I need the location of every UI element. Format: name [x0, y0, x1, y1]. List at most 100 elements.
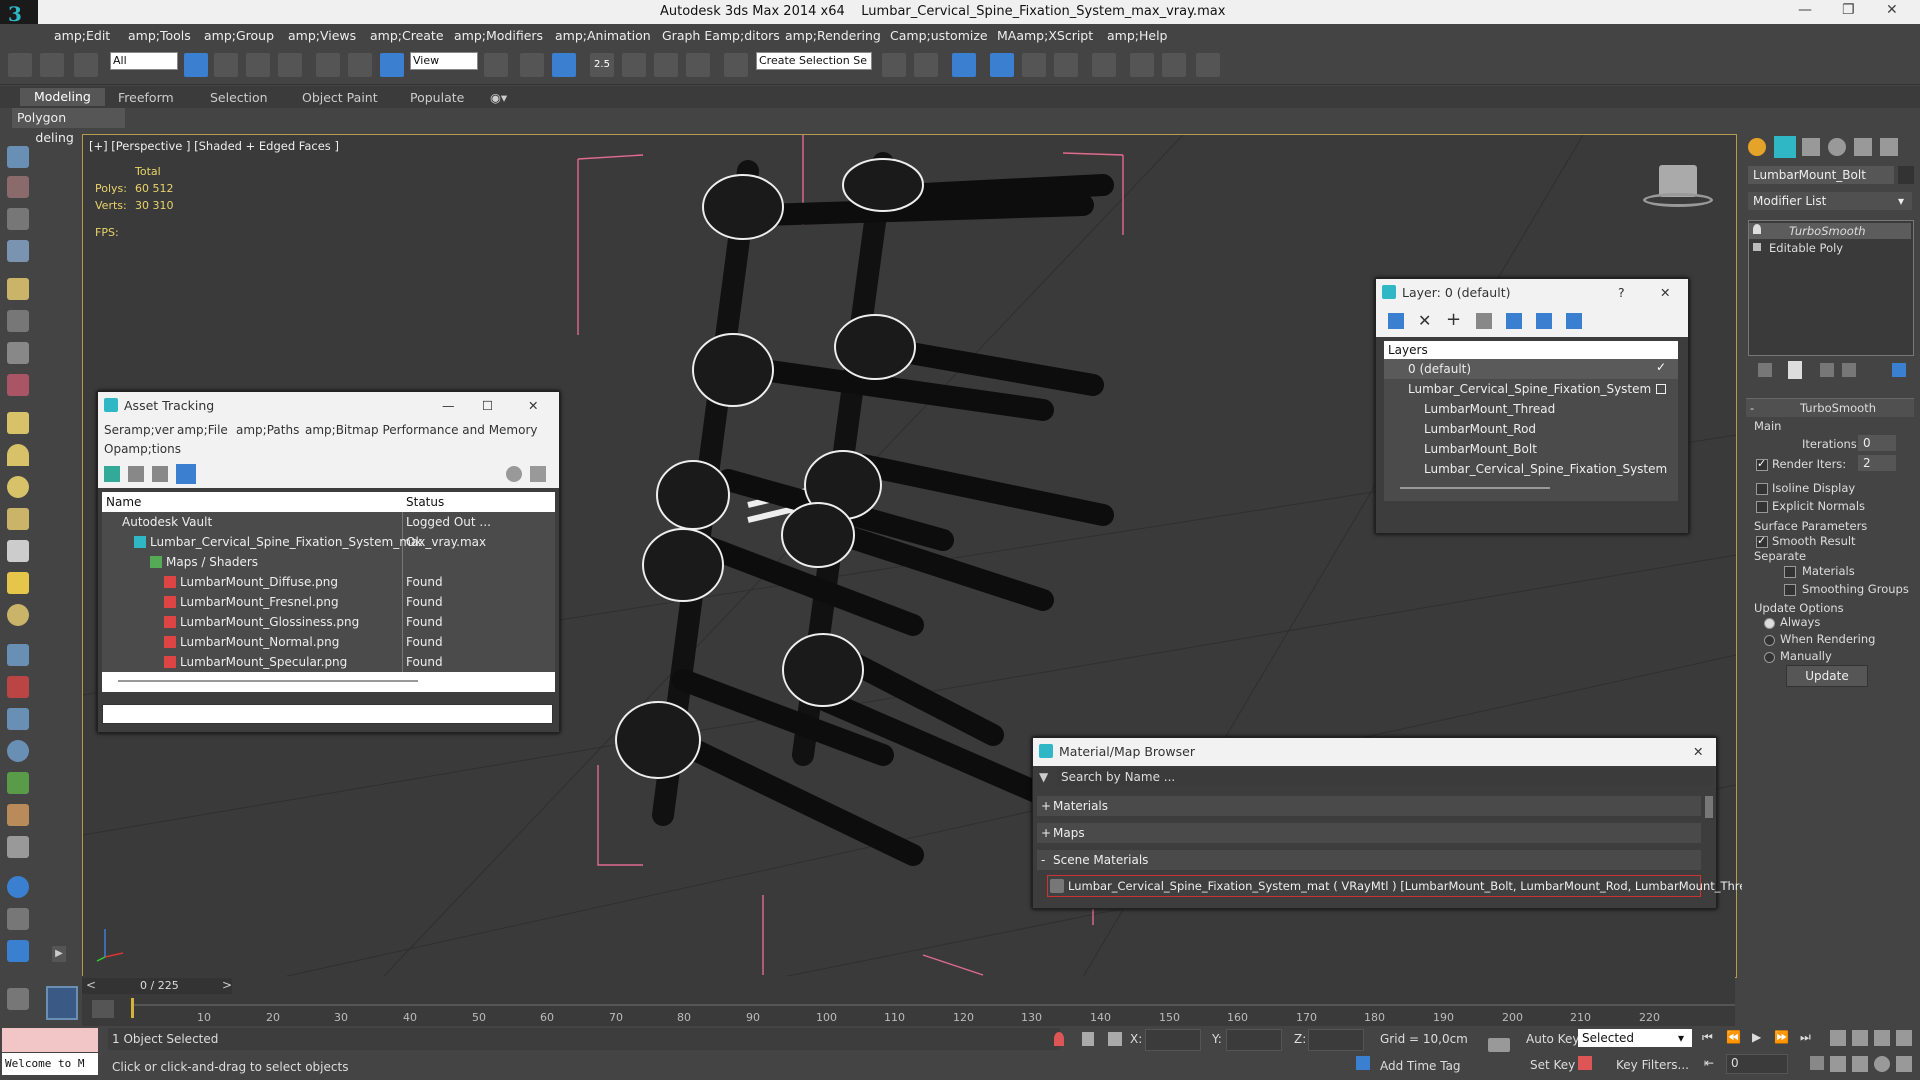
table-row[interactable]: LumbarMount_Specular.png Found [102, 652, 555, 672]
polygon-modeling-panel[interactable]: Polygon Modeling [12, 108, 125, 145]
set-key-mode-key-icon[interactable] [1488, 1038, 1510, 1052]
box-icon[interactable] [7, 412, 29, 434]
asset-tracking-maximize-button[interactable]: ☐ [482, 392, 493, 420]
restore-button[interactable]: ❐ [1842, 2, 1855, 18]
tab-selection[interactable]: Selection [210, 90, 268, 105]
z-coordinate-field[interactable] [1308, 1029, 1364, 1051]
maximize-viewport-icon[interactable] [1896, 1056, 1912, 1072]
hide-all-layers-icon[interactable] [1536, 313, 1552, 329]
time-slider-next-icon[interactable]: > [222, 978, 232, 992]
close-button[interactable]: ✕ [1886, 2, 1898, 18]
help-icon[interactable] [506, 466, 522, 482]
asset-tracking-close-button[interactable]: ✕ [528, 392, 538, 420]
browser-options-icon[interactable]: ▼ [1039, 770, 1048, 784]
track-bar[interactable] [82, 996, 1735, 1004]
reference-coordinate-dropdown[interactable]: View [410, 52, 478, 70]
list-item[interactable]: LumbarMount_Bolt [1384, 439, 1678, 459]
motion-tab-icon[interactable] [1828, 138, 1846, 156]
zoom-extents-icon[interactable] [1874, 1030, 1890, 1046]
rotate-icon[interactable] [348, 53, 372, 77]
percent-snap-icon[interactable] [654, 53, 678, 77]
pan-view-icon[interactable] [1852, 1056, 1868, 1072]
layer-dialog-titlebar[interactable]: Layer: 0 (default) ? ✕ [1376, 279, 1688, 307]
update-always-radio[interactable] [1764, 618, 1775, 629]
menu-graph-editors[interactable]: Graph Eamp;ditors [662, 28, 780, 43]
stack-item-turbosmooth[interactable]: TurboSmooth [1749, 223, 1911, 239]
teapot-icon[interactable] [7, 342, 29, 364]
render-iters-checkbox[interactable] [1756, 457, 1768, 471]
material-editor-icon[interactable] [1092, 53, 1116, 77]
table-view-icon[interactable] [176, 464, 196, 484]
column-status[interactable]: Status [406, 495, 444, 509]
material-browser-titlebar[interactable]: Material/Map Browser ✕ [1033, 738, 1716, 766]
cone-icon[interactable] [7, 540, 29, 562]
table-row[interactable]: LumbarMount_Diffuse.png Found [102, 572, 555, 592]
update-button[interactable]: Update [1786, 665, 1868, 687]
table-row[interactable]: LumbarMount_Normal.png Found [102, 632, 555, 652]
list-item[interactable]: LumbarMount_Rod [1384, 419, 1678, 439]
material-search-input[interactable]: Search by Name ... [1057, 768, 1713, 786]
list-item[interactable]: Lumbar_Cervical_Spine_Fixation_System [1384, 459, 1678, 479]
update-when-rendering-radio[interactable] [1764, 635, 1775, 646]
snaps-toggle-icon[interactable]: 2.5 [590, 53, 614, 77]
layer-close-button[interactable]: ✕ [1660, 279, 1670, 307]
go-to-end-icon[interactable]: ⏭ [1800, 1030, 1811, 1045]
asset-menu-file[interactable]: amp;File [177, 423, 228, 437]
menu-help[interactable]: amp;Help [1107, 28, 1167, 43]
render-icon[interactable] [7, 374, 29, 396]
asset-path-field[interactable] [102, 704, 553, 724]
hair-icon[interactable] [7, 804, 29, 826]
bind-space-warp-icon[interactable] [74, 53, 98, 77]
thumbnail-view-icon[interactable] [152, 466, 168, 482]
maxscript-mini-listener-pink[interactable] [2, 1028, 98, 1052]
viewport-label[interactable]: [+] [Perspective ] [Shaded + Edged Faces… [89, 139, 339, 153]
dome-icon[interactable] [7, 444, 29, 466]
zoom-extents-all-icon[interactable] [1896, 1030, 1912, 1046]
make-unique-icon[interactable] [1820, 363, 1834, 377]
object-color-swatch[interactable] [1898, 166, 1914, 184]
tab-object-paint[interactable]: Object Paint [302, 90, 378, 105]
x-coordinate-field[interactable] [1145, 1029, 1201, 1051]
list-item[interactable]: LumbarMount_Thread [1384, 399, 1678, 419]
tab-populate[interactable]: Populate [410, 90, 464, 105]
cylinder-icon[interactable] [7, 508, 29, 530]
absolute-mode-icon[interactable] [1108, 1032, 1122, 1046]
angle-snap-icon[interactable] [622, 53, 646, 77]
next-frame-icon[interactable]: ⏩ [1774, 1030, 1789, 1044]
modify-tab-icon[interactable] [1774, 136, 1796, 158]
expand-toolbar-arrow-icon[interactable]: ▶ [52, 946, 66, 962]
table-row[interactable]: Lumbar_Cervical_Spine_Fixation_System_ma… [102, 532, 555, 552]
selection-filter-dropdown[interactable]: All [110, 52, 178, 70]
select-manipulate-icon[interactable] [520, 53, 544, 77]
particles-icon[interactable] [7, 644, 29, 666]
toggle-ribbon-icon[interactable] [990, 53, 1014, 77]
current-frame-field[interactable]: 0 [1726, 1054, 1788, 1074]
selection-lock-icon[interactable] [1082, 1032, 1094, 1046]
layer-list-scrollbar[interactable] [1400, 487, 1550, 489]
vray-icon[interactable] [7, 908, 29, 930]
section-maps[interactable]: + Maps [1037, 823, 1701, 843]
create-icon[interactable] [7, 146, 29, 168]
menu-maxscript[interactable]: MAamp;XScript [997, 28, 1093, 43]
layers-column-header[interactable]: Layers [1388, 343, 1428, 357]
viewcube[interactable] [1643, 165, 1713, 211]
list-item[interactable]: 0 (default) ✓ [1384, 359, 1678, 379]
unlink-icon[interactable] [40, 53, 64, 77]
menu-animation[interactable]: amp;Animation [555, 28, 651, 43]
asset-tracking-titlebar[interactable]: Asset Tracking — ☐ ✕ [98, 392, 559, 420]
pin-stack-icon[interactable] [1758, 363, 1772, 377]
key-mode-toggle-icon[interactable]: ⇤ [1704, 1056, 1714, 1070]
rendered-frame-window-icon[interactable] [1162, 53, 1186, 77]
menu-create[interactable]: amp;Create [370, 28, 444, 43]
remove-modifier-icon[interactable] [1842, 363, 1856, 377]
space-warp-icon[interactable] [7, 740, 29, 762]
render-production-icon[interactable] [1196, 53, 1220, 77]
maxscript-listener-icon[interactable] [46, 986, 78, 1020]
asset-menu-options[interactable]: Opamp;tions [104, 442, 181, 456]
select-object-icon[interactable] [184, 53, 208, 77]
add-to-layer-icon[interactable]: + [1446, 309, 1461, 330]
viewcube-ring-icon[interactable] [1643, 193, 1713, 207]
edit-named-selection-icon[interactable] [724, 53, 748, 77]
delete-layer-icon[interactable]: ✕ [1418, 311, 1431, 330]
set-key-button[interactable]: Set Key [1530, 1058, 1575, 1072]
